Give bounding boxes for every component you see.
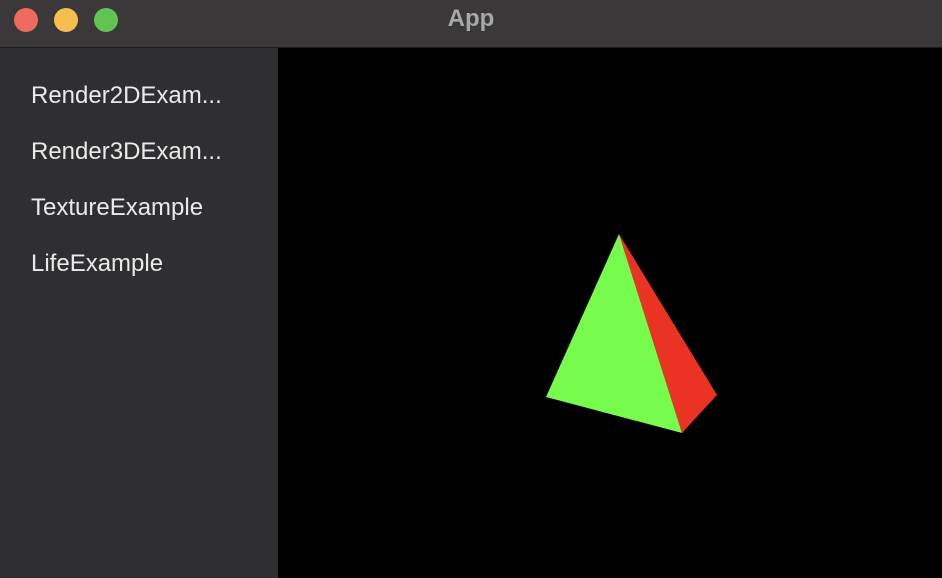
tetrahedron-render [546, 234, 717, 433]
sidebar-item-texture-example[interactable]: TextureExample [0, 191, 278, 247]
sidebar-item-render2d-example[interactable]: Render2DExam... [0, 79, 278, 135]
sidebar-item-life-example[interactable]: LifeExample [0, 247, 278, 303]
title-bar[interactable]: App [0, 0, 942, 48]
render-canvas[interactable] [278, 48, 942, 578]
app-window: App Render2DExam... Render3DExam... Text… [0, 0, 942, 578]
sidebar-item-render3d-example[interactable]: Render3DExam... [0, 135, 278, 191]
window-title: App [447, 5, 495, 32]
sidebar: Render2DExam... Render3DExam... TextureE… [0, 48, 278, 578]
